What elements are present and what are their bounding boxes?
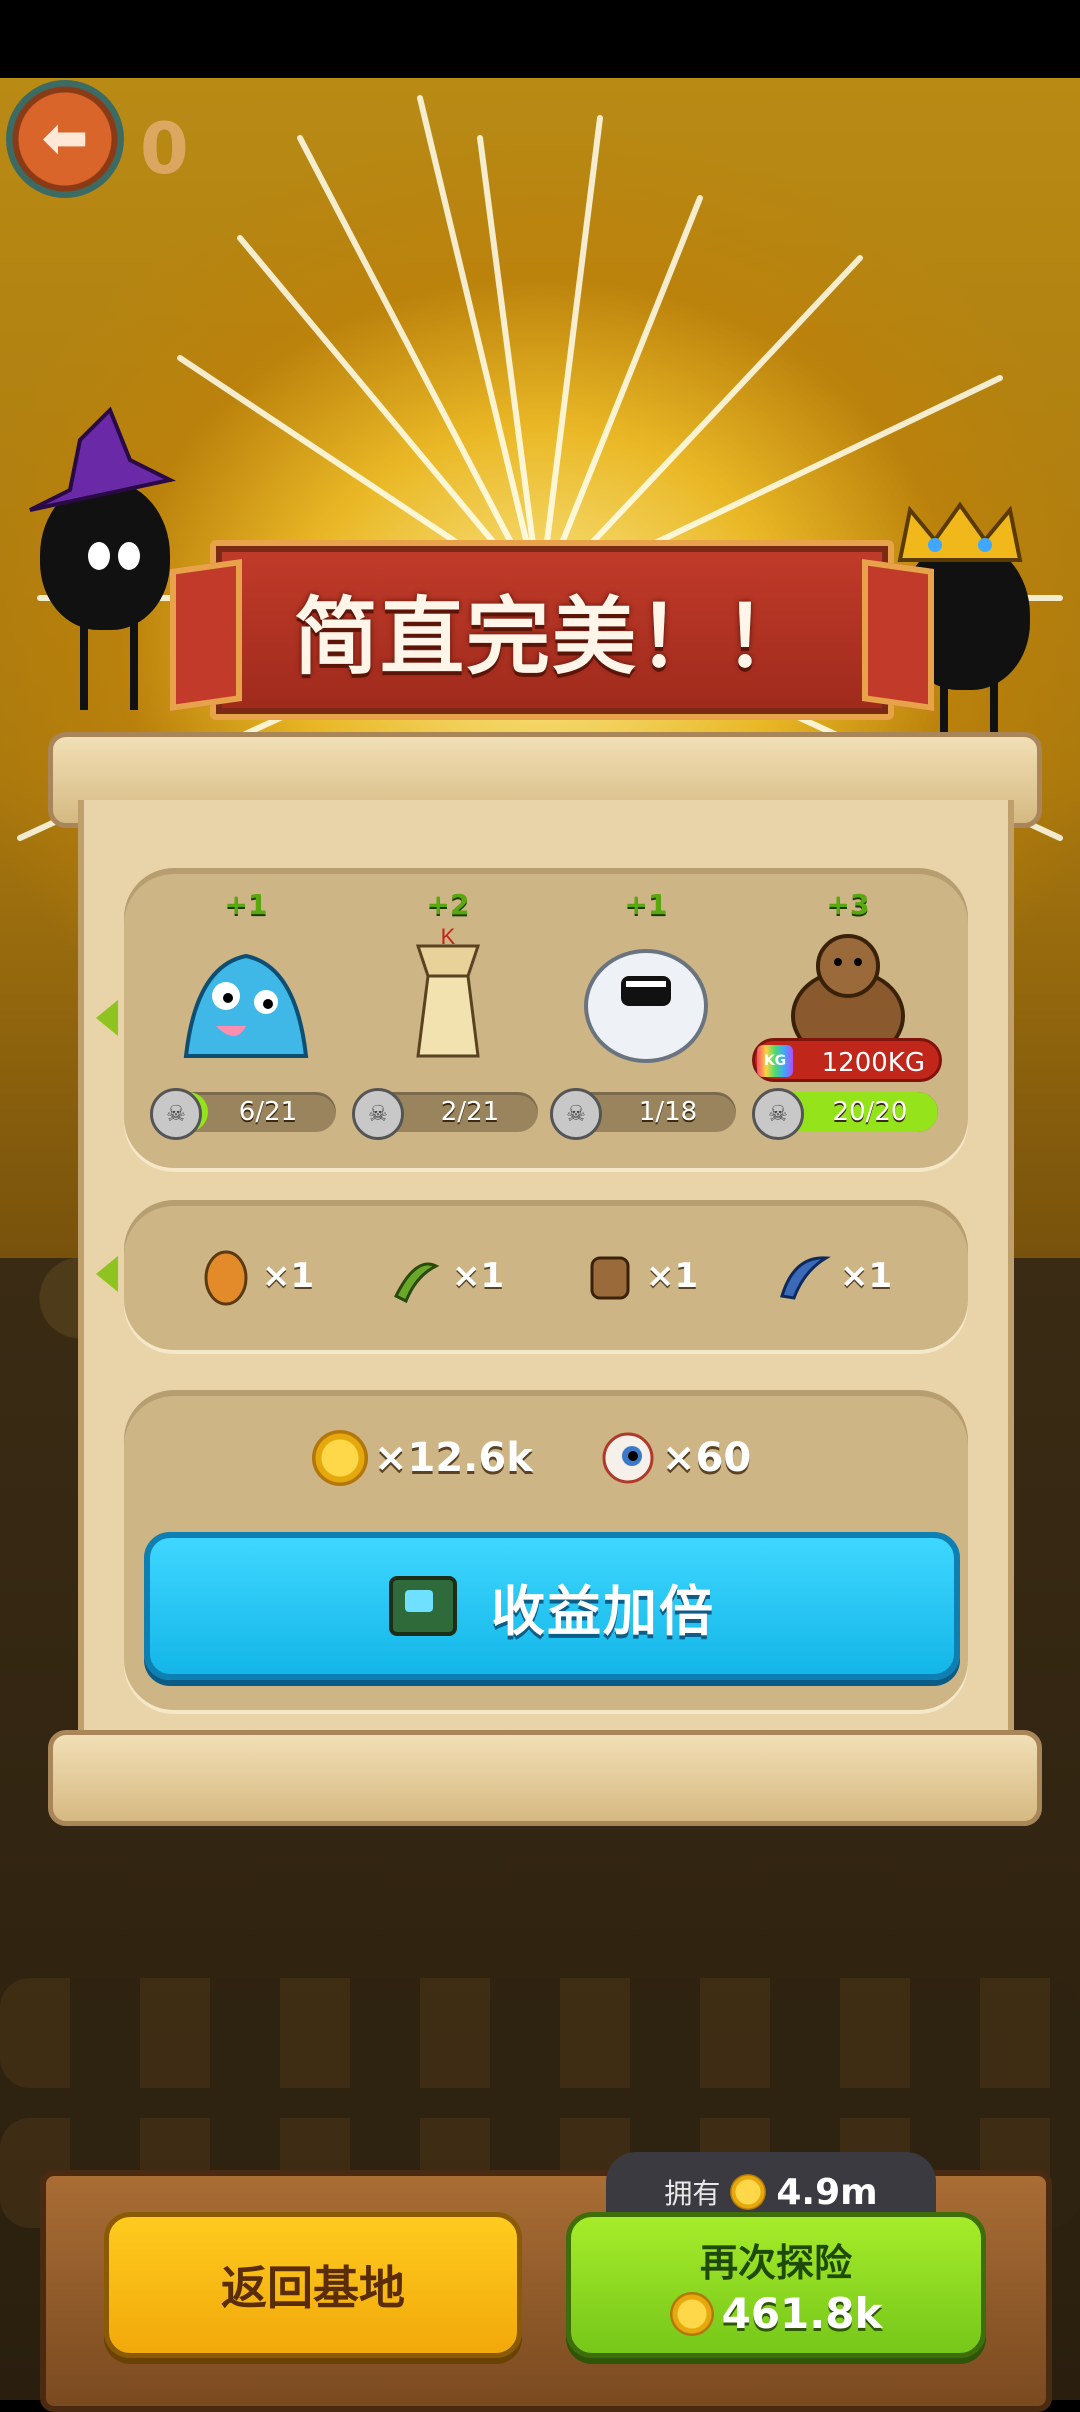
coin-reward: ×12.6k [312, 1430, 533, 1486]
back-arrow-icon: ⬅ [41, 106, 89, 171]
item-entry[interactable]: ×1 [580, 1244, 698, 1308]
green-herb-icon [393, 1262, 440, 1304]
item-entry[interactable]: ×1 [196, 1244, 314, 1308]
skull-icon: ☠ [150, 1088, 202, 1140]
xp-text: 6/21 [238, 1097, 298, 1127]
item-entry[interactable]: ×1 [774, 1244, 892, 1308]
witch-mascot [29, 406, 176, 710]
items-section: ×1 ×1 ×1 ×1 [96, 1200, 968, 1350]
creature-plus: +1 [624, 888, 668, 921]
creature-plus: +2 [426, 888, 470, 921]
double-reward-label: 收益加倍 [491, 1579, 715, 1643]
banner-title: 简直完美！！ [293, 587, 810, 686]
eye-reward-value: ×60 [662, 1435, 752, 1481]
xp-text: 1/18 [638, 1097, 698, 1127]
crown-icon [897, 501, 1023, 562]
item-qty: ×1 [262, 1256, 315, 1296]
creature-card[interactable]: +3 KG 1200KG 20/20 ☠ [752, 888, 942, 1168]
creatures-section: +1 6/21 ☠ +2 K 2/21 ☠ +1 1/18 ☠ +3 KG 12… [96, 868, 968, 1168]
retry-cost-value: 461.8k [721, 2289, 883, 2338]
skull-icon: ☠ [352, 1088, 404, 1140]
video-ad-icon [389, 1576, 457, 1636]
orange-egg-icon [204, 1250, 248, 1306]
result-banner: 简直完美！！ [210, 540, 894, 720]
double-reward-button[interactable]: 收益加倍 [144, 1532, 960, 1680]
results-parchment: +1 6/21 ☠ +2 K 2/21 ☠ +1 1/18 ☠ +3 KG 12… [78, 800, 1014, 1750]
xp-text: 20/20 [832, 1097, 908, 1127]
left-arrow-icon[interactable] [96, 1000, 118, 1036]
owned-label: 拥有 [664, 2177, 721, 2210]
witch-hat-icon [29, 406, 176, 512]
item-entry[interactable]: ×1 [386, 1244, 504, 1308]
skull-icon: ☠ [752, 1088, 804, 1140]
scroll-bottom-roll [48, 1730, 1042, 1826]
status-bar [0, 0, 1080, 78]
mascot-leg [130, 620, 138, 710]
coin-icon [730, 2174, 767, 2210]
ground-row [0, 1978, 1080, 2088]
item-qty: ×1 [452, 1256, 505, 1296]
blue-slime-monster-icon [183, 953, 309, 1058]
rewards-section: ×12.6k ×60 收益加倍 [124, 1390, 968, 1710]
mascot-eye [88, 542, 110, 570]
creature-plus: +3 [826, 888, 870, 921]
xp-text: 2/21 [440, 1097, 500, 1127]
item-qty: ×1 [646, 1256, 699, 1296]
eyeball-icon [602, 1432, 654, 1484]
blue-tentacle-icon [780, 1256, 831, 1300]
eye-reward: ×60 [600, 1430, 751, 1486]
creature-card[interactable]: +1 1/18 ☠ [550, 888, 736, 1168]
brown-idol-icon [590, 1256, 630, 1300]
coin-icon [312, 1430, 368, 1486]
owned-value: 4.9m [776, 2171, 878, 2213]
retry-label: 再次探险 [699, 2241, 852, 2285]
weight-value: 1200KG [821, 1048, 925, 1078]
creature-card[interactable]: +1 6/21 ☠ [150, 888, 336, 1168]
creature-card[interactable]: +2 K 2/21 ☠ [352, 888, 538, 1168]
coin-icon [669, 2291, 714, 2336]
svg-text:K: K [441, 926, 456, 949]
white-yeti-monster-icon [584, 949, 708, 1063]
coin-reward-value: ×12.6k [374, 1435, 533, 1481]
left-arrow-icon[interactable] [96, 1256, 118, 1292]
weight-kg-icon: KG [757, 1045, 793, 1077]
mascot-eye [118, 542, 140, 570]
item-qty: ×1 [840, 1256, 893, 1296]
weight-badge: KG 1200KG [752, 1038, 942, 1082]
skull-icon: ☠ [550, 1088, 602, 1140]
retry-cost: 461.8k [669, 2289, 883, 2338]
back-button[interactable]: ⬅ [6, 80, 124, 198]
top-counter: 0 [140, 108, 189, 190]
return-base-label: 返回基地 [221, 2261, 405, 2315]
straw-king-monster-icon: K [415, 926, 481, 1058]
retry-explore-button[interactable]: 再次探险 461.8k [566, 2212, 986, 2358]
mascot-leg [80, 620, 88, 710]
return-base-button[interactable]: 返回基地 [104, 2212, 522, 2358]
creature-plus: +1 [224, 888, 268, 921]
